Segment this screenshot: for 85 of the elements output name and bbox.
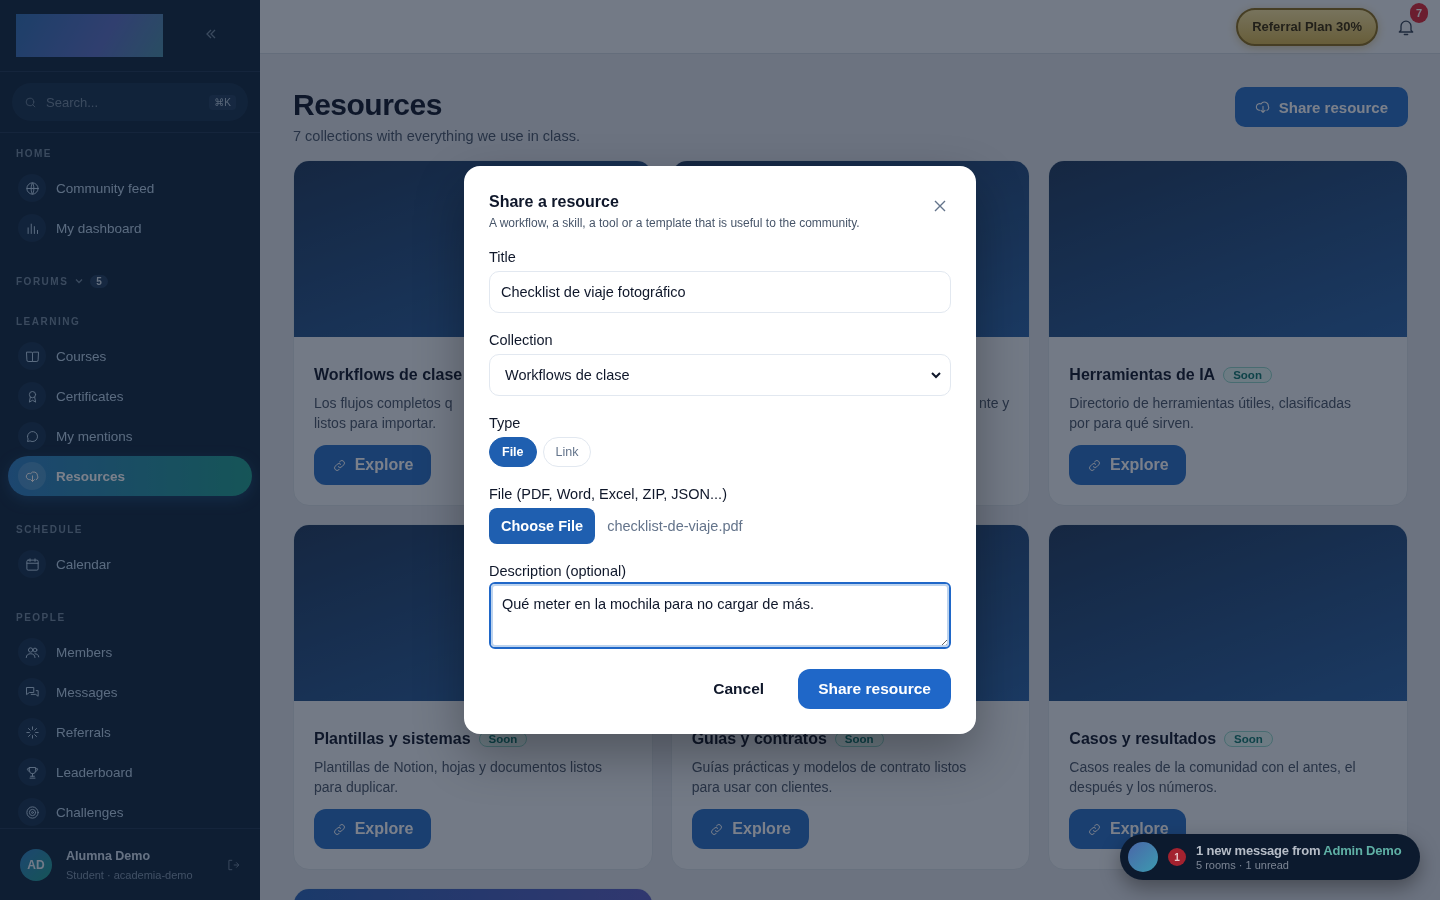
user-avatar: AD (20, 848, 52, 881)
page-subtitle: 7 collections with everything we use in class. (293, 128, 580, 144)
link-icon (709, 821, 725, 837)
speech-bubble-icon (24, 428, 40, 444)
dialog-title: Share a resource (489, 192, 620, 212)
title-input[interactable]: Checklist de viaje fotográfico (489, 271, 951, 313)
unread-badge: 1 (1168, 848, 1186, 866)
explore-button[interactable]: Explore (1069, 445, 1187, 485)
explore-button[interactable]: Explore (691, 809, 809, 849)
card-description: para duplicar. (314, 778, 399, 797)
nav-item[interactable]: Resources (8, 456, 252, 496)
soon-badge: Soon (1223, 367, 1272, 383)
description-field[interactable]: Qué meter en la mochila para no cargar de más. (489, 582, 951, 649)
field-label: Description (optional) (489, 562, 627, 580)
card-description: nte y (978, 394, 1010, 413)
nav-item[interactable]: Calendar (8, 544, 252, 584)
card-description: Directorio de herramientas útiles, clasificadas (1069, 394, 1351, 413)
card-description: Plantillas de Notion, hojas y documentos listos (314, 758, 602, 777)
link-icon (1087, 821, 1102, 837)
nav-item[interactable]: Messages (8, 672, 252, 712)
field-label: Type (489, 414, 522, 432)
toast-message: 1 new message from Admin Demo (1196, 843, 1402, 858)
search-icon (24, 95, 37, 109)
logo[interactable] (16, 14, 163, 57)
link-icon (331, 821, 347, 837)
nav-item[interactable]: Members (8, 632, 252, 672)
sparkle-icon (24, 724, 40, 740)
book-icon (24, 348, 40, 364)
logout-icon[interactable] (226, 857, 240, 872)
nav-item[interactable]: Certificates (8, 376, 252, 416)
soon-badge: Soon (1224, 731, 1273, 747)
card-description: por para qué sirven. (1069, 414, 1194, 433)
link-icon (331, 457, 347, 473)
page-title: Resources (293, 87, 443, 123)
nav-item[interactable]: Courses (8, 336, 252, 376)
share-resource-button[interactable]: Share resource (1234, 87, 1408, 127)
cancel-button[interactable]: Cancel (697, 672, 781, 706)
toast-detail: 5 rooms · 1 unread (1196, 859, 1290, 871)
card-description: Guías prácticas y modelos de contrato listos (691, 758, 967, 777)
field-label: Collection (489, 331, 554, 349)
sender-avatar (1128, 842, 1158, 872)
card-title: Workflows de clase (314, 366, 463, 384)
nav-item[interactable]: Referrals (8, 712, 252, 752)
card-description: listos para importar. (314, 414, 437, 433)
calendar-icon (24, 556, 40, 572)
card-description: Los flujos completos q (314, 394, 453, 413)
field-label: File (PDF, Word, Excel, ZIP, JSON...) (489, 485, 728, 503)
cloud-download-icon (1254, 99, 1271, 115)
referral-button[interactable]: Referral Plan 30% (1236, 7, 1378, 46)
people-icon (24, 644, 40, 660)
file-name: checklist-de-viaje.pdf (607, 518, 743, 534)
trophy-icon (24, 764, 40, 780)
card-description: después y los números. (1069, 778, 1218, 797)
chat-bubbles-icon (24, 684, 40, 700)
choose-file-button[interactable]: Choose File (489, 508, 596, 544)
card-title: Plantillas y sistemas (314, 730, 471, 748)
field-label: Title (489, 248, 517, 266)
user-name: Alumna Demo (66, 848, 152, 863)
globe-icon (24, 180, 40, 196)
target-icon (24, 804, 40, 820)
nav-item[interactable]: My mentions (8, 416, 252, 456)
nav-item[interactable]: Challenges (8, 792, 252, 828)
nav-item[interactable]: My dashboard (8, 208, 252, 248)
dialog-subtitle: A workflow, a skill, a tool or a template that is useful to the community. (489, 216, 860, 230)
nav-item[interactable]: Community feed (8, 168, 252, 208)
shortcut-hint: ⌘K (209, 94, 236, 110)
type-option[interactable]: File (489, 437, 537, 467)
count-badge: 5 (90, 274, 108, 288)
link-icon (1087, 457, 1102, 473)
card-title: Casos y resultados (1069, 730, 1217, 748)
explore-button[interactable]: Explore (314, 445, 431, 485)
chevron-down-icon (930, 369, 942, 381)
nav-item[interactable]: Leaderboard (8, 752, 252, 792)
chevron-down-icon[interactable] (74, 276, 85, 286)
card-title: Herramientas de IA (1069, 366, 1216, 384)
cloud-download-icon (24, 468, 40, 484)
card-description: para usar con clientes. (691, 778, 833, 797)
card-description: Casos reales de la comunidad con el antes, el (1069, 758, 1356, 777)
collection-select[interactable]: Workflows de clase (489, 354, 951, 396)
type-option[interactable]: Link (542, 437, 592, 467)
submit-button[interactable]: Share resource (798, 669, 951, 709)
close-icon (934, 200, 946, 212)
collapse-icon[interactable] (205, 28, 217, 40)
notification-badge: 7 (1410, 2, 1428, 23)
explore-button[interactable]: Explore (314, 809, 431, 849)
